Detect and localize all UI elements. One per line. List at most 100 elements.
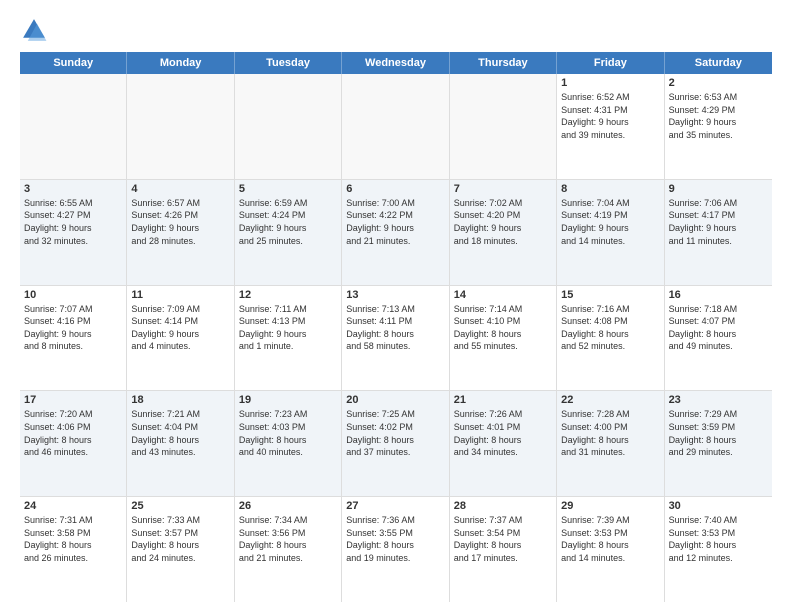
cal-cell: 14 Sunrise: 7:14 AM Sunset: 4:10 PM Dayli…	[450, 286, 557, 391]
day-info: Sunrise: 7:16 AM Sunset: 4:08 PM Dayligh…	[561, 303, 659, 353]
day-number: 17	[24, 394, 122, 406]
cal-cell: 23 Sunrise: 7:29 AM Sunset: 3:59 PM Dayli…	[665, 391, 772, 496]
day-number: 10	[24, 289, 122, 301]
day-number: 30	[669, 500, 768, 512]
day-number: 18	[131, 394, 229, 406]
calendar-header: SundayMondayTuesdayWednesdayThursdayFrid…	[20, 52, 772, 74]
day-number: 29	[561, 500, 659, 512]
day-number: 26	[239, 500, 337, 512]
cal-cell: 1 Sunrise: 6:52 AM Sunset: 4:31 PM Daylig…	[557, 74, 664, 179]
cal-cell: 12Sunrise: 7:11 AM Sunset: 4:13 PM Dayli…	[235, 286, 342, 391]
cal-cell: 5Sunrise: 6:59 AM Sunset: 4:24 PM Daylig…	[235, 180, 342, 285]
logo	[20, 16, 52, 44]
day-number: 6	[346, 183, 444, 195]
day-info: Sunrise: 7:14 AM Sunset: 4:10 PM Dayligh…	[454, 303, 552, 353]
cal-cell: 7 Sunrise: 7:02 AM Sunset: 4:20 PM Daylig…	[450, 180, 557, 285]
cal-header-cell-saturday: Saturday	[665, 52, 772, 74]
day-info: Sunrise: 7:26 AM Sunset: 4:01 PM Dayligh…	[454, 408, 552, 458]
cal-header-cell-thursday: Thursday	[450, 52, 557, 74]
day-info: Sunrise: 6:57 AM Sunset: 4:26 PM Dayligh…	[131, 197, 229, 247]
cal-header-cell-friday: Friday	[557, 52, 664, 74]
day-number: 3	[24, 183, 122, 195]
page: SundayMondayTuesdayWednesdayThursdayFrid…	[0, 0, 792, 612]
day-number: 24	[24, 500, 122, 512]
day-number: 9	[669, 183, 768, 195]
day-number: 1	[561, 77, 659, 89]
day-number: 7	[454, 183, 552, 195]
day-info: Sunrise: 7:34 AM Sunset: 3:56 PM Dayligh…	[239, 514, 337, 564]
day-info: Sunrise: 7:29 AM Sunset: 3:59 PM Dayligh…	[669, 408, 768, 458]
day-info: Sunrise: 7:36 AM Sunset: 3:55 PM Dayligh…	[346, 514, 444, 564]
cal-row-3: 17 Sunrise: 7:20 AM Sunset: 4:06 PM Dayli…	[20, 391, 772, 497]
cal-cell: 21 Sunrise: 7:26 AM Sunset: 4:01 PM Dayli…	[450, 391, 557, 496]
cal-cell: 8 Sunrise: 7:04 AM Sunset: 4:19 PM Daylig…	[557, 180, 664, 285]
day-info: Sunrise: 7:40 AM Sunset: 3:53 PM Dayligh…	[669, 514, 768, 564]
cal-cell: 4 Sunrise: 6:57 AM Sunset: 4:26 PM Daylig…	[127, 180, 234, 285]
calendar: SundayMondayTuesdayWednesdayThursdayFrid…	[20, 52, 772, 602]
day-info: Sunrise: 6:53 AM Sunset: 4:29 PM Dayligh…	[669, 91, 768, 141]
day-info: Sunrise: 6:52 AM Sunset: 4:31 PM Dayligh…	[561, 91, 659, 141]
day-number: 25	[131, 500, 229, 512]
day-number: 21	[454, 394, 552, 406]
day-number: 11	[131, 289, 229, 301]
day-number: 13	[346, 289, 444, 301]
cal-cell: 3 Sunrise: 6:55 AM Sunset: 4:27 PM Daylig…	[20, 180, 127, 285]
day-info: Sunrise: 7:13 AM Sunset: 4:11 PM Dayligh…	[346, 303, 444, 353]
cal-cell	[20, 74, 127, 179]
day-info: Sunrise: 7:07 AM Sunset: 4:16 PM Dayligh…	[24, 303, 122, 353]
day-number: 15	[561, 289, 659, 301]
day-info: Sunrise: 7:39 AM Sunset: 3:53 PM Dayligh…	[561, 514, 659, 564]
day-number: 4	[131, 183, 229, 195]
day-info: Sunrise: 7:20 AM Sunset: 4:06 PM Dayligh…	[24, 408, 122, 458]
cal-header-cell-wednesday: Wednesday	[342, 52, 449, 74]
day-number: 20	[346, 394, 444, 406]
calendar-body: 1 Sunrise: 6:52 AM Sunset: 4:31 PM Daylig…	[20, 74, 772, 602]
cal-cell: 17 Sunrise: 7:20 AM Sunset: 4:06 PM Dayli…	[20, 391, 127, 496]
cal-cell: 20 Sunrise: 7:25 AM Sunset: 4:02 PM Dayli…	[342, 391, 449, 496]
day-info: Sunrise: 7:31 AM Sunset: 3:58 PM Dayligh…	[24, 514, 122, 564]
day-info: Sunrise: 7:23 AM Sunset: 4:03 PM Dayligh…	[239, 408, 337, 458]
day-number: 23	[669, 394, 768, 406]
day-info: Sunrise: 7:00 AM Sunset: 4:22 PM Dayligh…	[346, 197, 444, 247]
day-info: Sunrise: 7:02 AM Sunset: 4:20 PM Dayligh…	[454, 197, 552, 247]
day-number: 28	[454, 500, 552, 512]
cal-cell: 25 Sunrise: 7:33 AM Sunset: 3:57 PM Dayli…	[127, 497, 234, 602]
cal-cell: 16Sunrise: 7:18 AM Sunset: 4:07 PM Dayli…	[665, 286, 772, 391]
cal-header-cell-tuesday: Tuesday	[235, 52, 342, 74]
cal-row-0: 1 Sunrise: 6:52 AM Sunset: 4:31 PM Daylig…	[20, 74, 772, 180]
cal-cell: 24 Sunrise: 7:31 AM Sunset: 3:58 PM Dayli…	[20, 497, 127, 602]
cal-cell: 30 Sunrise: 7:40 AM Sunset: 3:53 PM Dayli…	[665, 497, 772, 602]
cal-cell: 13 Sunrise: 7:13 AM Sunset: 4:11 PM Dayli…	[342, 286, 449, 391]
day-info: Sunrise: 7:37 AM Sunset: 3:54 PM Dayligh…	[454, 514, 552, 564]
cal-cell: 10 Sunrise: 7:07 AM Sunset: 4:16 PM Dayli…	[20, 286, 127, 391]
cal-cell: 29 Sunrise: 7:39 AM Sunset: 3:53 PM Dayli…	[557, 497, 664, 602]
day-number: 14	[454, 289, 552, 301]
day-number: 2	[669, 77, 768, 89]
day-info: Sunrise: 6:59 AM Sunset: 4:24 PM Dayligh…	[239, 197, 337, 247]
day-info: Sunrise: 7:33 AM Sunset: 3:57 PM Dayligh…	[131, 514, 229, 564]
day-info: Sunrise: 7:06 AM Sunset: 4:17 PM Dayligh…	[669, 197, 768, 247]
cal-cell: 28 Sunrise: 7:37 AM Sunset: 3:54 PM Dayli…	[450, 497, 557, 602]
day-info: Sunrise: 7:04 AM Sunset: 4:19 PM Dayligh…	[561, 197, 659, 247]
cal-cell: 18Sunrise: 7:21 AM Sunset: 4:04 PM Dayli…	[127, 391, 234, 496]
cal-cell: 2 Sunrise: 6:53 AM Sunset: 4:29 PM Daylig…	[665, 74, 772, 179]
day-info: Sunrise: 7:18 AM Sunset: 4:07 PM Dayligh…	[669, 303, 768, 353]
cal-cell: 19 Sunrise: 7:23 AM Sunset: 4:03 PM Dayli…	[235, 391, 342, 496]
cal-cell	[127, 74, 234, 179]
day-info: Sunrise: 6:55 AM Sunset: 4:27 PM Dayligh…	[24, 197, 122, 247]
cal-row-2: 10 Sunrise: 7:07 AM Sunset: 4:16 PM Dayli…	[20, 286, 772, 392]
day-number: 8	[561, 183, 659, 195]
cal-cell: 22 Sunrise: 7:28 AM Sunset: 4:00 PM Dayli…	[557, 391, 664, 496]
cal-row-4: 24 Sunrise: 7:31 AM Sunset: 3:58 PM Dayli…	[20, 497, 772, 602]
day-info: Sunrise: 7:25 AM Sunset: 4:02 PM Dayligh…	[346, 408, 444, 458]
cal-cell: 26 Sunrise: 7:34 AM Sunset: 3:56 PM Dayli…	[235, 497, 342, 602]
day-number: 22	[561, 394, 659, 406]
cal-cell	[342, 74, 449, 179]
cal-cell: 11Sunrise: 7:09 AM Sunset: 4:14 PM Dayli…	[127, 286, 234, 391]
day-info: Sunrise: 7:28 AM Sunset: 4:00 PM Dayligh…	[561, 408, 659, 458]
day-number: 19	[239, 394, 337, 406]
cal-cell	[450, 74, 557, 179]
cal-cell	[235, 74, 342, 179]
header	[20, 16, 772, 44]
cal-cell: 27Sunrise: 7:36 AM Sunset: 3:55 PM Dayli…	[342, 497, 449, 602]
